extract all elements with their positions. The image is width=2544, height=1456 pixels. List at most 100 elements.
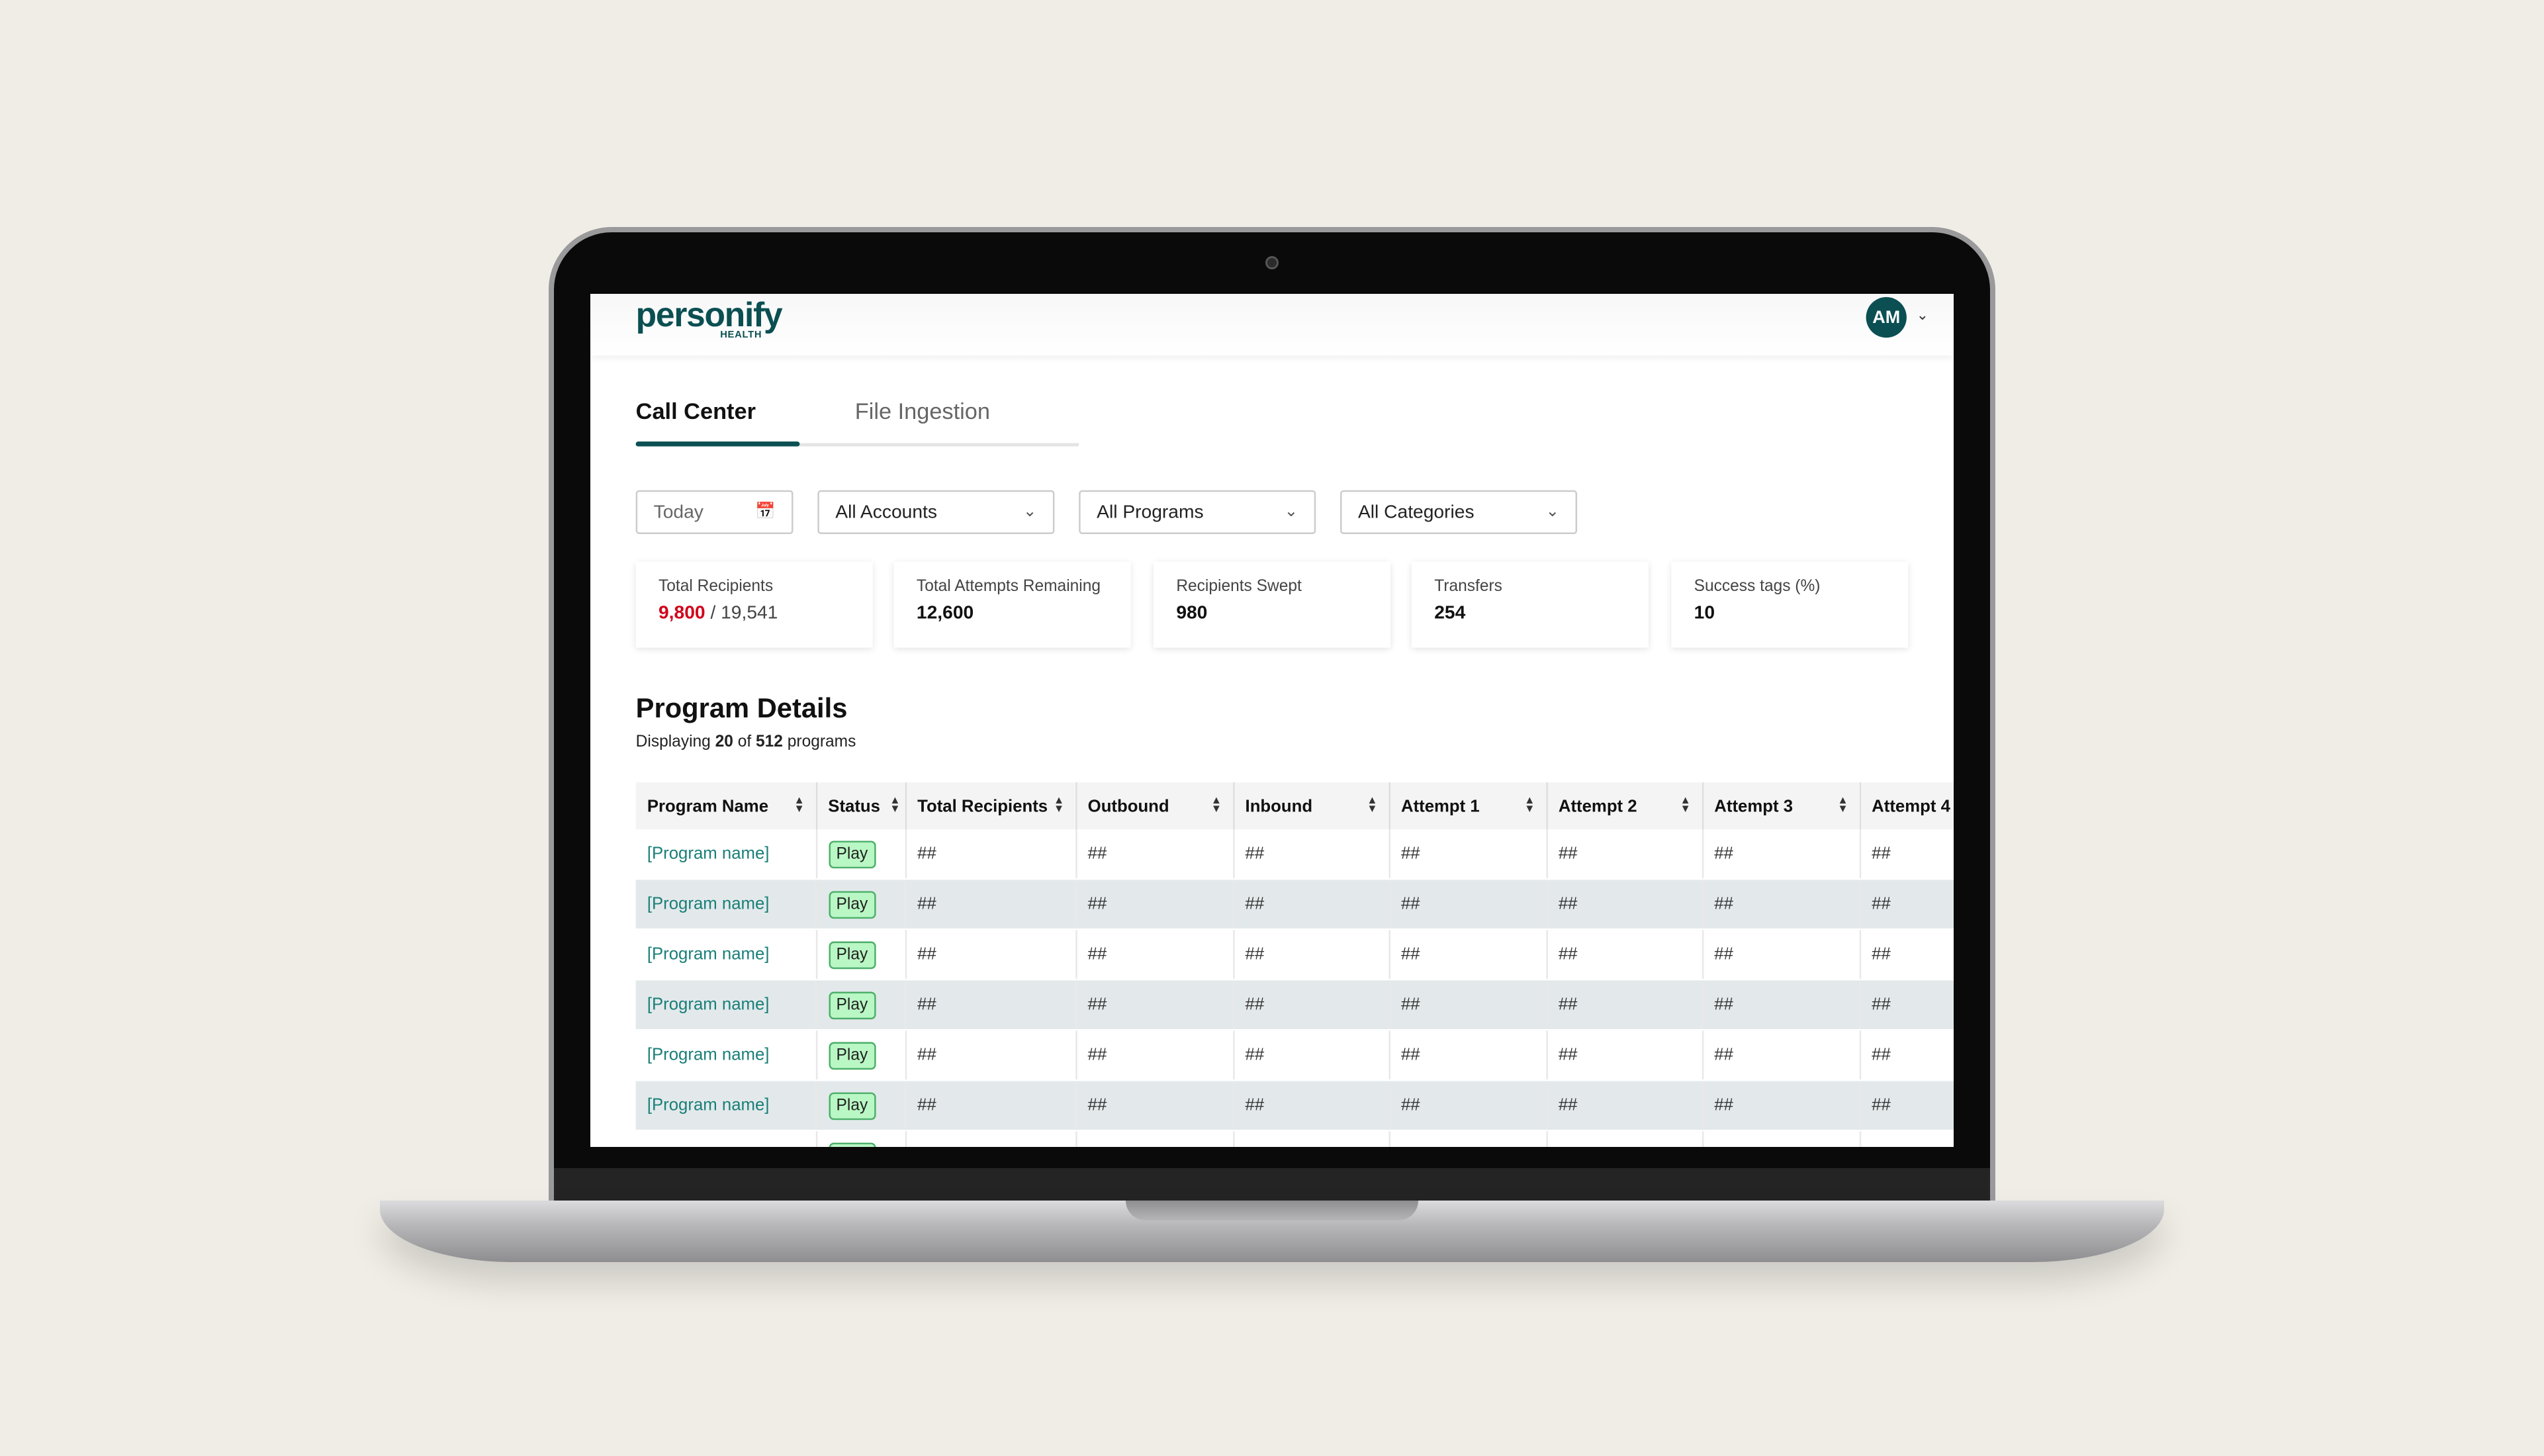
table-row: [Program name] Play ## ## ## ## ## ## ##: [635, 1030, 1954, 1081]
value-cell: ##: [1388, 979, 1547, 1031]
table-body: [Program name] Play ## ## ## ## ## ## ## [Program…: [635, 829, 1954, 1147]
program-name-link[interactable]: [Program name]: [635, 979, 817, 1031]
value-cell: [1075, 1130, 1234, 1147]
programs-select[interactable]: All Programs ⌄: [1079, 490, 1316, 534]
status-badge[interactable]: Play: [828, 840, 876, 868]
value-cell: ##: [1233, 829, 1390, 880]
status-cell: Play: [815, 829, 906, 880]
stat-value: 9,800: [659, 604, 705, 623]
column-label: Attempt 3: [1714, 796, 1794, 816]
sort-icon[interactable]: ▴ ▾: [1527, 796, 1533, 815]
stat-label: Total Attempts Remaining: [916, 578, 1101, 596]
sort-icon[interactable]: ▴ ▾: [1214, 796, 1220, 815]
column-header[interactable]: Inbound ▴ ▾: [1233, 782, 1390, 830]
value-cell: ##: [1233, 929, 1390, 981]
value-cell: ##: [1546, 1080, 1704, 1132]
accounts-select[interactable]: All Accounts ⌄: [817, 490, 1055, 534]
column-header[interactable]: Attempt 1 ▴ ▾: [1388, 782, 1547, 830]
column-header[interactable]: Attempt 2 ▴ ▾: [1546, 782, 1704, 830]
status-badge[interactable]: Play: [828, 1091, 876, 1120]
program-name-link[interactable]: [Program name]: [635, 829, 817, 880]
chevron-down-icon[interactable]: ⌄: [1917, 307, 1929, 325]
laptop-chin: [554, 1168, 1990, 1201]
avatar[interactable]: AM: [1866, 296, 1907, 338]
status-cell: Play: [815, 1080, 906, 1132]
status-badge[interactable]: Play: [828, 940, 876, 968]
column-header[interactable]: Total Recipients ▴ ▾: [905, 782, 1077, 830]
value-cell: ##: [1546, 1030, 1704, 1081]
value-cell: [905, 1130, 1077, 1147]
accounts-value: All Accounts: [835, 502, 937, 522]
chevron-down-icon: ⌄: [1284, 503, 1298, 522]
stat-label: Transfers: [1434, 578, 1502, 596]
program-name-link[interactable]: [Program name]: [635, 879, 817, 931]
value-cell: ##: [1859, 1080, 1954, 1132]
camera-icon: [1265, 256, 1279, 269]
column-label: Attempt 2: [1558, 796, 1637, 816]
status-cell: Play: [815, 1030, 906, 1081]
stat-total: / 19,541: [710, 604, 778, 623]
value-cell: ##: [1702, 879, 1861, 931]
program-name-link[interactable]: [Program name]: [635, 1030, 817, 1081]
stat-label: Recipients Swept: [1176, 578, 1302, 596]
value-cell: [1546, 1130, 1704, 1147]
sort-icon[interactable]: ▴ ▾: [796, 796, 802, 815]
sort-icon[interactable]: ▴ ▾: [1840, 796, 1846, 815]
date-picker[interactable]: Today 📅: [635, 490, 794, 534]
program-name-link[interactable]: [635, 1130, 817, 1147]
categories-value: All Categories: [1357, 502, 1475, 522]
value-cell: ##: [905, 879, 1077, 931]
program-name-link[interactable]: [Program name]: [635, 1080, 817, 1132]
stat-value: 12,600: [916, 604, 974, 623]
table-row: [Program name] Play ## ## ## ## ## ## ##: [635, 979, 1954, 1031]
logo[interactable]: personify HEALTH: [636, 297, 783, 341]
count-total: 512: [756, 733, 783, 752]
count-shown: 20: [715, 733, 733, 752]
active-tab-indicator: [635, 441, 800, 447]
tab-file-ingestion[interactable]: File Ingestion: [855, 398, 990, 424]
column-header[interactable]: Status ▴ ▾: [815, 782, 906, 830]
table-header-row: Program Name ▴ ▾ Status ▴ ▾ Total Recipients ▴ ▾…: [635, 782, 1954, 830]
stat-card-attempts-remaining: Total Attempts Remaining 12,600: [893, 561, 1131, 648]
sort-icon[interactable]: ▴ ▾: [1369, 796, 1375, 815]
table-row: Play: [635, 1130, 1954, 1147]
value-cell: ##: [1546, 879, 1704, 931]
column-header[interactable]: Outbound ▴ ▾: [1075, 782, 1234, 830]
value-cell: ##: [1075, 829, 1234, 880]
status-badge[interactable]: Play: [828, 991, 876, 1019]
value-cell: ##: [1075, 1080, 1234, 1132]
value-cell: ##: [1859, 1030, 1954, 1081]
status-cell: Play: [815, 1130, 906, 1147]
value-cell: ##: [1233, 1030, 1390, 1081]
value-cell: ##: [1388, 829, 1547, 880]
column-label: Total Recipients: [917, 796, 1048, 816]
categories-select[interactable]: All Categories ⌄: [1340, 490, 1578, 534]
value-cell: ##: [1702, 1030, 1861, 1081]
value-cell: ##: [1546, 829, 1704, 880]
sort-icon[interactable]: ▴ ▾: [892, 796, 898, 815]
stat-value: 254: [1434, 604, 1466, 623]
calendar-icon: 📅: [755, 503, 776, 522]
value-cell: ##: [1075, 1030, 1234, 1081]
column-header[interactable]: Program Name ▴ ▾: [635, 782, 817, 830]
programs-value: All Programs: [1097, 502, 1204, 522]
status-badge[interactable]: Play: [828, 890, 876, 918]
status-cell: Play: [815, 979, 906, 1031]
value-cell: ##: [905, 829, 1077, 880]
status-badge[interactable]: Play: [828, 1142, 876, 1147]
status-badge[interactable]: Play: [828, 1041, 876, 1069]
value-cell: ##: [1388, 929, 1547, 981]
value-cell: [1702, 1130, 1861, 1147]
tab-call-center[interactable]: Call Center: [636, 398, 756, 424]
sort-icon[interactable]: ▴ ▾: [1682, 796, 1688, 815]
status-cell: Play: [815, 879, 906, 931]
program-name-link[interactable]: [Program name]: [635, 929, 817, 981]
value-cell: ##: [1859, 829, 1954, 880]
display-count: Displaying 20 of 512 programs: [636, 734, 856, 752]
value-cell: ##: [1233, 979, 1390, 1031]
count-suffix: programs: [787, 733, 856, 752]
column-header[interactable]: Attempt 4: [1859, 782, 1954, 830]
value-cell: [1859, 1130, 1954, 1147]
sort-icon[interactable]: ▴ ▾: [1056, 796, 1062, 815]
column-header[interactable]: Attempt 3 ▴ ▾: [1702, 782, 1861, 830]
